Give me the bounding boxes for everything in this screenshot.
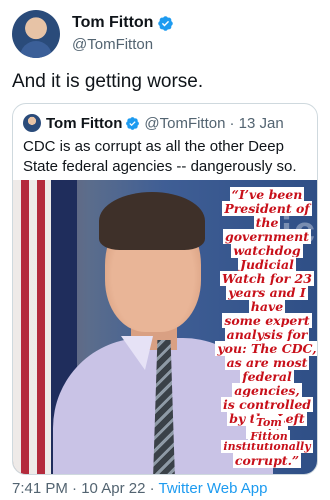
- quoted-tweet-header: Tom Fitton @TomFitton · 13 Jan: [23, 113, 284, 133]
- quoted-tweet-date: · 13 Jan: [229, 114, 284, 132]
- quoted-author-avatar: [23, 114, 41, 132]
- tweet-header: Tom Fitton @TomFitton: [12, 8, 318, 60]
- tweet-source-app[interactable]: Twitter Web App: [159, 480, 268, 497]
- image-quote-line: is controlled: [220, 397, 314, 412]
- author-name-row: Tom Fitton: [72, 14, 174, 32]
- person-hair: [99, 192, 205, 250]
- tweet-text: And it is getting worse.: [12, 71, 204, 92]
- image-quote-attribution: Tom Fitton: [241, 416, 297, 444]
- image-quote-line: Watch for 23: [220, 271, 314, 286]
- image-quote-line: analysis for: [224, 327, 310, 342]
- tweet-time[interactable]: 7:41 PM: [12, 480, 68, 497]
- quoted-author-name: Tom Fitton: [46, 114, 123, 132]
- author-name[interactable]: Tom Fitton: [72, 14, 153, 32]
- tweet-date[interactable]: 10 Apr 22: [81, 480, 145, 497]
- quoted-tweet-image[interactable]: dic “I’ve been President of the governme…: [13, 180, 317, 474]
- quoted-tweet[interactable]: Tom Fitton @TomFitton · 13 Jan CDC is as…: [12, 103, 318, 475]
- verified-badge-icon: [126, 116, 140, 130]
- image-quote-line: as are most: [224, 355, 310, 370]
- attribution-line: Fitton: [248, 430, 290, 443]
- attribution-line: Tom: [254, 416, 284, 429]
- footer-separator: ·: [72, 480, 78, 497]
- image-quote-line: you: The CDC,: [215, 341, 317, 356]
- image-quote-line: watchdog Judicial: [231, 243, 303, 272]
- image-quote-line: some expert: [222, 313, 312, 328]
- image-quote-line: years and I have: [226, 285, 308, 314]
- image-quote-line: the government: [222, 215, 311, 244]
- quoted-tweet-text: CDC is as corrupt as all the other Deep …: [23, 138, 297, 175]
- verified-badge-icon: [158, 15, 174, 31]
- person-collar: [121, 336, 153, 370]
- tweet-footer: 7:41 PM · 10 Apr 22 · Twitter Web App: [12, 480, 267, 497]
- image-quote-line: “I’ve been: [229, 187, 305, 202]
- footer-separator: ·: [149, 480, 155, 497]
- author-avatar[interactable]: [12, 10, 60, 58]
- image-quote-line: corrupt.”: [232, 453, 302, 468]
- image-quote-line: President of: [222, 201, 312, 216]
- author-handle[interactable]: @TomFitton: [72, 36, 153, 53]
- image-quote-line: federal agencies,: [232, 369, 302, 398]
- quoted-author-handle: @TomFitton: [144, 114, 226, 132]
